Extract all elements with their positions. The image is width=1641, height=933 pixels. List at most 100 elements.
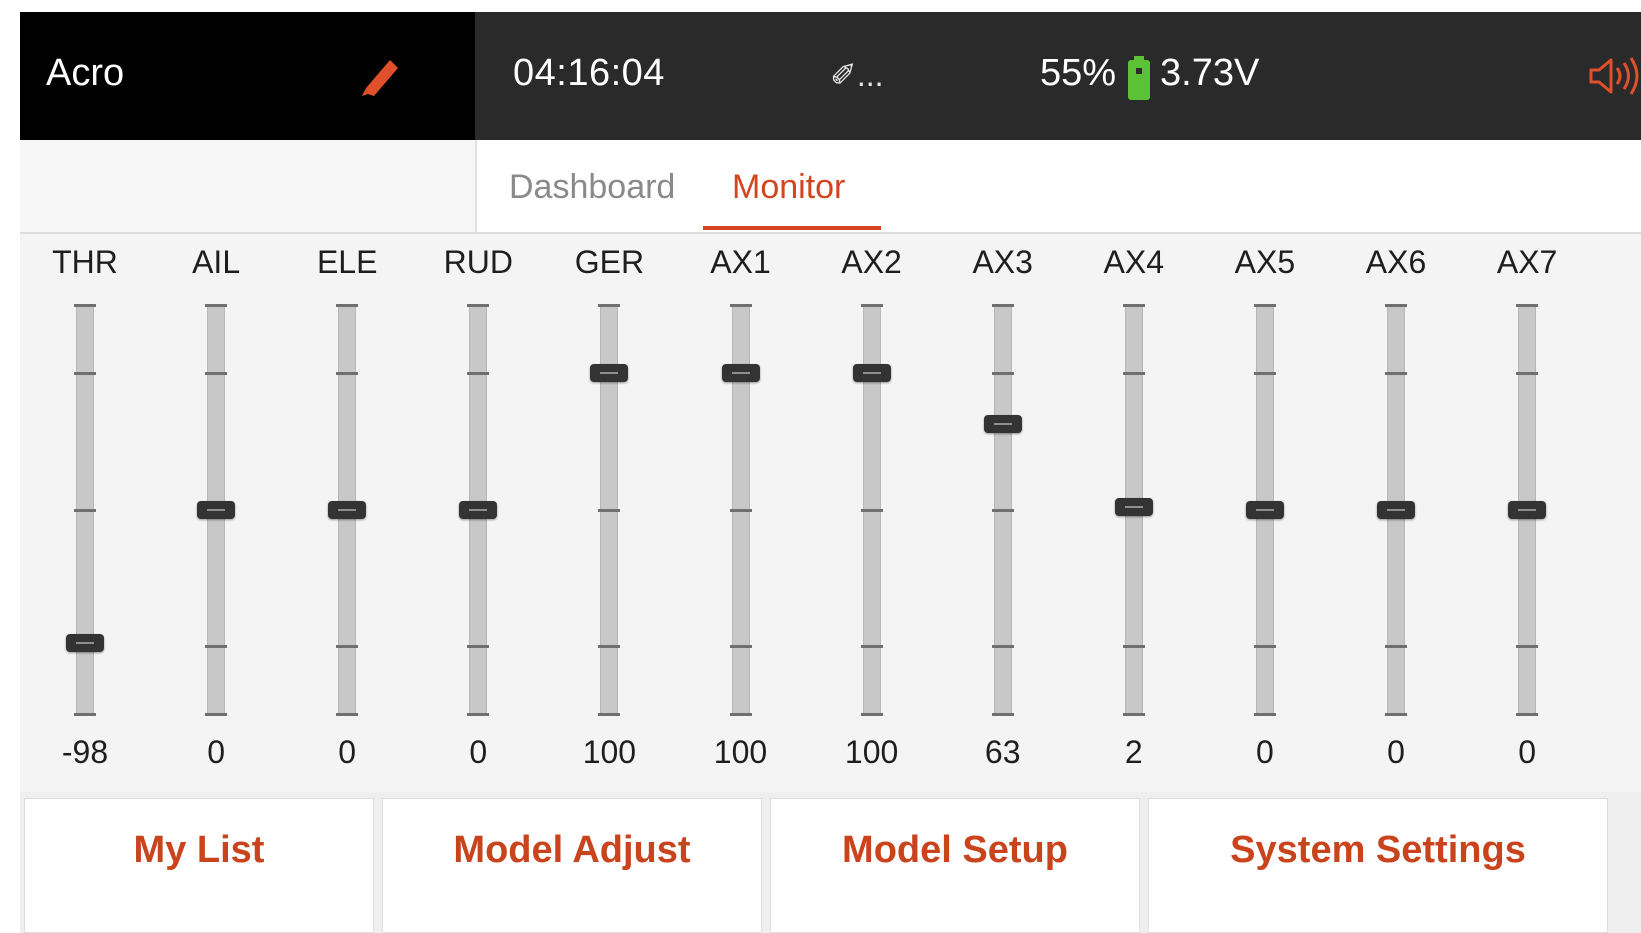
battery-percent: 55%	[1040, 52, 1117, 94]
slider-tick	[1516, 713, 1539, 716]
slider-tick	[74, 304, 96, 307]
slider-tick	[1122, 304, 1145, 307]
slider-handle[interactable]	[590, 364, 629, 383]
slider-tick	[1385, 304, 1407, 307]
slider-tick	[1385, 372, 1407, 376]
slider-tick	[729, 508, 752, 512]
slider-tick	[598, 304, 621, 307]
tab-dashboard[interactable]: Dashboard	[509, 168, 675, 207]
channel-label: AX5	[1234, 244, 1296, 280]
slider-tick	[598, 644, 621, 648]
tab-bar: Dashboard Monitor	[20, 140, 1641, 234]
status-bar: Acro 04:16:04 ✐... 55% 3.73V	[20, 12, 1641, 140]
slider-tick	[1253, 372, 1276, 376]
slider-tick	[729, 304, 752, 307]
model-setup-button[interactable]: Model Setup	[770, 798, 1140, 933]
slider-handle[interactable]	[852, 364, 891, 383]
slider-tick	[860, 713, 883, 716]
channel-value: 0	[207, 734, 225, 770]
slider-handle[interactable]	[1114, 497, 1153, 516]
transmitter-screen: Acro 04:16:04 ✐... 55% 3.73V Dashboard M…	[20, 12, 1641, 933]
slider-handle[interactable]	[328, 500, 367, 519]
link-status: ✐...	[830, 57, 884, 93]
slider-handle[interactable]	[721, 364, 760, 383]
channel-label: THR	[52, 244, 118, 280]
slider-handle[interactable]	[66, 634, 104, 653]
channel-value: 0	[338, 734, 357, 770]
slider-tick	[336, 372, 359, 376]
slider-handle[interactable]	[1377, 500, 1415, 519]
channel-value: 100	[844, 734, 899, 770]
channel-thr: THR -98	[30, 234, 140, 792]
slider-tick	[1385, 713, 1407, 716]
slider-tick	[336, 644, 359, 648]
slider-tick	[467, 713, 490, 716]
slider-tick	[336, 304, 359, 307]
slider-handle[interactable]	[459, 500, 498, 519]
battery-voltage: 3.73V	[1160, 52, 1260, 94]
slider-tick	[860, 508, 883, 512]
slider-tick	[991, 713, 1014, 716]
channel-value: 100	[713, 734, 768, 770]
slider-tick	[1516, 644, 1539, 648]
channel-label: AX7	[1496, 244, 1558, 280]
model-name: Acro	[46, 52, 125, 94]
pencil-icon[interactable]	[360, 54, 404, 98]
channel-ax1: AX1 100	[686, 234, 796, 792]
slider-handle[interactable]	[197, 500, 236, 519]
channel-rud: RUD 0	[423, 234, 533, 792]
slider-tick	[74, 508, 96, 512]
active-tab-indicator	[703, 226, 881, 230]
slider-tick	[205, 644, 228, 648]
channel-label: ELE	[316, 244, 378, 280]
bottom-navigation: My List Model Adjust Model Setup System …	[20, 792, 1641, 933]
slider-tick	[991, 508, 1014, 512]
slider-tick	[729, 644, 752, 648]
system-settings-button[interactable]: System Settings	[1148, 798, 1608, 933]
slider-tick	[729, 713, 752, 716]
channel-value: 100	[582, 734, 637, 770]
slider-tick	[1253, 304, 1276, 307]
channel-value: 0	[1255, 734, 1274, 770]
tab-monitor[interactable]: Monitor	[732, 168, 845, 207]
slider-tick	[860, 304, 883, 307]
slider-tick	[467, 644, 490, 648]
channel-label: AIL	[192, 244, 241, 280]
slider-tick	[467, 372, 490, 376]
slider-tick	[467, 304, 490, 307]
channel-ail: AIL 0	[161, 234, 271, 792]
model-adjust-button[interactable]: Model Adjust	[382, 798, 762, 933]
timer[interactable]: 04:16:04	[513, 52, 665, 95]
channel-monitor: THR -98 AIL 0 ELE 0 RUD 0 GER 100 AX1 100 AX2 100 AX3 6…	[20, 234, 1641, 792]
channel-ax7: AX7 0	[1472, 234, 1582, 792]
slider-tick	[991, 304, 1014, 307]
channel-ele: ELE 0	[292, 234, 402, 792]
slider-tick	[1122, 372, 1145, 376]
channel-ax6: AX6 0	[1341, 234, 1451, 792]
slider-tick	[336, 713, 359, 716]
channel-label: AX2	[841, 244, 902, 280]
my-list-button[interactable]: My List	[24, 798, 374, 933]
slider-handle[interactable]	[983, 414, 1022, 433]
slider-tick	[1516, 372, 1539, 376]
channel-ger: GER 100	[554, 234, 664, 792]
slider-handle[interactable]	[1508, 500, 1547, 519]
slider-handle[interactable]	[1245, 500, 1284, 519]
channel-value: -98	[61, 734, 109, 770]
slider-tick	[860, 644, 883, 648]
battery-icon	[1128, 56, 1150, 100]
channel-label: GER	[574, 244, 645, 280]
tabs: Dashboard Monitor	[475, 140, 1641, 232]
slider-tick	[74, 713, 96, 716]
slider-tick	[598, 508, 621, 512]
slider-tick	[1516, 304, 1539, 307]
channel-label: AX1	[710, 244, 771, 280]
slider-tick	[991, 372, 1014, 376]
channel-ax4: AX4 2	[1079, 234, 1189, 792]
slider-tick	[1385, 644, 1407, 648]
slider-tick	[205, 304, 228, 307]
volume-icon[interactable]	[1587, 56, 1641, 96]
channel-value: 0	[1518, 734, 1536, 770]
model-name-panel[interactable]: Acro	[20, 12, 475, 140]
channel-value: 2	[1124, 734, 1143, 770]
